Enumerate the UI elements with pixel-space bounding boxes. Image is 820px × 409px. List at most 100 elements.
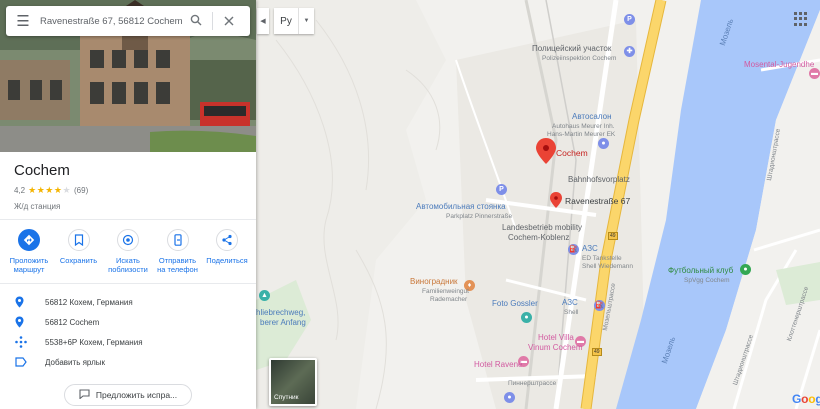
review-count[interactable]: (69) [74,186,88,195]
search-icon[interactable] [186,14,206,29]
park-icon[interactable]: ▲ [259,290,270,301]
save-label: Сохранить [59,256,98,265]
language-value: Ру [280,15,292,27]
place-panel: ☰ Cochem 4,2 ★★★★★ (69) Ж/д станция Прол… [0,0,256,409]
parking-label[interactable]: Автомобильная стоянка [416,202,506,212]
share-button[interactable]: Поделиться [204,229,250,274]
hotel-villa-label[interactable]: Hotel Villa [538,333,574,343]
chevron-left-icon: ◀ [260,18,266,25]
share-icon [216,229,238,251]
directions-icon [18,229,40,251]
star-icon: ★ [62,185,72,195]
locality-row[interactable]: 56812 Cochem [0,312,256,332]
satellite-toggle[interactable]: Спутник [269,358,317,406]
parking-sub-label: Parkplatz Pinnerstraße [446,213,513,220]
police-sub-label: Polizeiinspektion Cochem [542,55,617,62]
directions-label: Проложить маршрут [9,256,49,274]
photo-shop-icon[interactable]: ● [521,312,532,323]
search-input[interactable] [40,15,186,27]
rating-row: 4,2 ★★★★★ (69) [14,185,88,196]
action-buttons: Проложить маршрут Сохранить Искать побли… [6,229,250,274]
directions-button[interactable]: Проложить маршрут [6,229,52,274]
parking-icon[interactable]: P [624,14,635,25]
locality-text: 56812 Cochem [45,317,100,327]
autosalon-sub-label: Autohaus Meurer Inh. [552,123,615,130]
location-pin-icon [15,316,45,328]
gas-station-label[interactable]: АЗС [562,298,578,308]
place-icon[interactable]: ● [504,392,515,403]
star-icon: ★ [36,185,46,195]
route-shield: 49 [608,232,618,240]
autosalon-label[interactable]: Автосалон [572,112,612,122]
gas-station-sub-label: ED Tankstelle [582,255,622,262]
rating-stars: ★★★★★ [28,185,71,196]
football-club-icon[interactable]: ● [740,264,751,275]
comment-edit-icon [79,389,90,401]
suggest-edit-label: Предложить испра... [95,390,178,400]
divider [0,283,256,284]
gas-station-icon[interactable]: ⛽ [594,300,605,311]
police-label[interactable]: Полицейский участок [532,44,611,54]
map-canvas[interactable]: P ✚ ● P ⛽ ♦ ● ⛽ ▬ ▬ ● ● ▲ ▬ 49 49 Полице… [256,0,820,409]
football-club-sub-label: SpVgg Cochem [684,277,730,284]
foto-gossler-label[interactable]: Foto Gossler [492,299,538,309]
search-box: ☰ [6,6,250,36]
bahnhofsvorplatz-label: Bahnhofsvorplatz [568,175,630,184]
autosalon-sub-label: Hans-Martin Meurer EK [547,131,616,138]
save-button[interactable]: Сохранить [56,229,102,274]
street-label: Пиннерштрассе [508,380,557,387]
bookmark-icon [67,229,90,251]
plus-code-text: 5538+6P Кохем, Германия [45,337,143,347]
rating-value: 4,2 [14,186,26,195]
satellite-label: Спутник [274,394,299,401]
google-logo: Google [792,392,820,406]
nearby-label: Искать поблизости [108,256,148,274]
street-label: berer Anfang [260,318,306,327]
star-icon: ★ [28,185,37,195]
apps-grid-icon[interactable] [794,12,808,26]
landesbetrieb-label[interactable]: Cochem-Koblenz [508,233,569,243]
hamburger-menu-icon[interactable]: ☰ [6,12,40,30]
route-shield: 49 [592,348,602,356]
car-dealer-icon[interactable]: ● [598,138,609,149]
close-icon[interactable] [219,14,239,29]
vineyard-label[interactable]: Виноградник [410,277,458,287]
collapse-panel-button[interactable]: ◀ [257,8,269,34]
gas-station-label[interactable]: АЗС [582,244,598,254]
cochem-marker-label[interactable]: Cochem [556,148,588,158]
address-row[interactable]: 56812 Кохем, Германия [0,292,256,312]
parking-icon[interactable]: P [496,184,507,195]
place-details: 56812 Кохем, Германия 56812 Cochem 5538+… [0,292,256,372]
gas-station-sub-label: Shell Wiedemann [582,263,633,270]
street-label: hliebrechweg, [256,308,306,317]
place-title: Cochem [14,162,70,179]
vineyard-sub-label: Familienweingut [422,288,469,295]
hostel-label[interactable]: Mosental-Jugendhe [744,60,814,70]
place-category[interactable]: Ж/д станция [14,202,88,211]
gas-station-sub-label: Shell [564,309,579,316]
add-label-row[interactable]: Добавить ярлык [0,352,256,372]
place-header: Cochem 4,2 ★★★★★ (69) Ж/д станция [14,162,88,211]
send-to-phone-button[interactable]: Отправить на телефон [155,229,201,274]
hotel-villa-label[interactable]: Vinum Cochem [528,343,583,353]
label-icon [15,357,45,367]
nearby-button[interactable]: Искать поблизости [105,229,151,274]
ravene-marker-label[interactable]: Ravenestraße 67 [565,196,630,206]
add-label-text: Добавить ярлык [45,357,106,367]
plus-code-row[interactable]: 5538+6P Кохем, Германия [0,332,256,352]
language-select[interactable]: Ру ▼ [274,8,314,34]
chevron-down-icon[interactable]: ▼ [298,8,314,34]
football-club-label[interactable]: Футбольный клуб [668,266,733,276]
send-to-phone-label: Отправить на телефон [157,256,198,274]
landesbetrieb-label[interactable]: Landesbetrieb mobility [502,223,582,233]
share-label: Поделиться [206,256,248,265]
plus-code-icon [15,336,45,348]
hotel-ravene-label[interactable]: Hotel Ravené [474,360,522,370]
gas-station-icon[interactable]: ⛽ [568,244,579,255]
send-to-phone-icon [166,229,189,251]
vineyard-sub-label: Rademacher [430,296,468,303]
nearby-icon [117,229,139,251]
police-icon[interactable]: ✚ [624,46,635,57]
address-text: 56812 Кохем, Германия [45,297,133,307]
suggest-edit-button[interactable]: Предложить испра... [64,384,192,406]
